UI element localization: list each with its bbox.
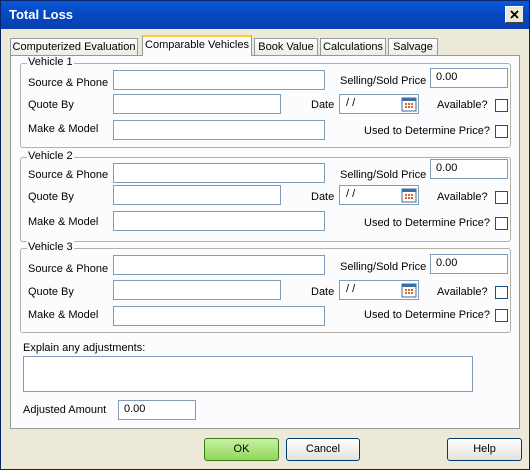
- source-phone-label: Source & Phone: [28, 263, 109, 275]
- source-phone-label: Source & Phone: [28, 169, 109, 181]
- available-label: Available?: [437, 286, 488, 298]
- date-label: Date: [311, 99, 335, 111]
- make-model-label: Make & Model: [28, 309, 99, 321]
- date-value: / /: [346, 188, 356, 200]
- used-to-determine-checkbox[interactable]: [495, 125, 508, 138]
- tab-comparable-vehicles[interactable]: Comparable Vehicles: [142, 35, 252, 56]
- available-checkbox[interactable]: [495, 191, 508, 204]
- selling-price-label: Selling/Sold Price: [340, 75, 427, 87]
- used-to-determine-label: Used to Determine Price?: [364, 125, 490, 137]
- available-checkbox[interactable]: [495, 99, 508, 112]
- quote-by-label: Quote By: [28, 99, 74, 111]
- window-title: Total Loss: [9, 7, 74, 22]
- selling-price-input[interactable]: 0.00: [430, 159, 508, 179]
- make-model-input[interactable]: [113, 306, 325, 326]
- calendar-icon[interactable]: [401, 282, 417, 298]
- title-bar: Total Loss: [1, 1, 529, 29]
- date-value: / /: [346, 283, 356, 295]
- adjustments-label: Explain any adjustments:: [23, 342, 146, 354]
- cancel-button[interactable]: Cancel: [286, 438, 360, 461]
- close-button[interactable]: [505, 6, 524, 23]
- make-model-input[interactable]: [113, 120, 325, 140]
- vehicle-3-title: Vehicle 3: [27, 241, 74, 253]
- quote-by-input[interactable]: [113, 185, 281, 205]
- source-phone-input[interactable]: [113, 255, 325, 275]
- source-phone-label: Source & Phone: [28, 77, 109, 89]
- help-button[interactable]: Help: [447, 438, 522, 461]
- source-phone-input[interactable]: [113, 163, 325, 183]
- quote-by-label: Quote By: [28, 286, 74, 298]
- date-picker[interactable]: / /: [339, 94, 419, 114]
- selling-price-label: Selling/Sold Price: [340, 261, 427, 273]
- selling-price-input[interactable]: 0.00: [430, 254, 508, 274]
- date-picker[interactable]: / /: [339, 185, 419, 205]
- available-label: Available?: [437, 191, 488, 203]
- selling-price-label: Selling/Sold Price: [340, 169, 427, 181]
- adjustments-textarea[interactable]: [23, 356, 473, 392]
- used-to-determine-label: Used to Determine Price?: [364, 217, 490, 229]
- make-model-label: Make & Model: [28, 123, 99, 135]
- adjusted-amount-label: Adjusted Amount: [23, 404, 107, 416]
- date-label: Date: [311, 286, 335, 298]
- adjusted-amount-input[interactable]: 0.00: [118, 400, 196, 420]
- total-loss-window: Total Loss Computerized Evaluation Compa…: [0, 0, 530, 470]
- close-icon: [510, 10, 519, 19]
- vehicle-1-title: Vehicle 1: [27, 56, 74, 68]
- selling-price-input[interactable]: 0.00: [430, 68, 508, 88]
- available-label: Available?: [437, 99, 488, 111]
- ok-button[interactable]: OK: [204, 438, 279, 461]
- used-to-determine-checkbox[interactable]: [495, 309, 508, 322]
- used-to-determine-checkbox[interactable]: [495, 217, 508, 230]
- date-value: / /: [346, 97, 356, 109]
- date-picker[interactable]: / /: [339, 280, 419, 300]
- tab-book-value[interactable]: Book Value: [254, 38, 318, 56]
- make-model-input[interactable]: [113, 211, 325, 231]
- calendar-icon[interactable]: [401, 187, 417, 203]
- available-checkbox[interactable]: [495, 286, 508, 299]
- vehicle-2-title: Vehicle 2: [27, 150, 74, 162]
- calendar-icon[interactable]: [401, 96, 417, 112]
- tab-calculations[interactable]: Calculations: [320, 38, 386, 56]
- tab-computerized-evaluation[interactable]: Computerized Evaluation: [10, 38, 138, 56]
- quote-by-input[interactable]: [113, 280, 281, 300]
- source-phone-input[interactable]: [113, 70, 325, 90]
- quote-by-input[interactable]: [113, 94, 281, 114]
- used-to-determine-label: Used to Determine Price?: [364, 309, 490, 321]
- date-label: Date: [311, 191, 335, 203]
- quote-by-label: Quote By: [28, 191, 74, 203]
- make-model-label: Make & Model: [28, 216, 99, 228]
- tab-salvage[interactable]: Salvage: [388, 38, 438, 56]
